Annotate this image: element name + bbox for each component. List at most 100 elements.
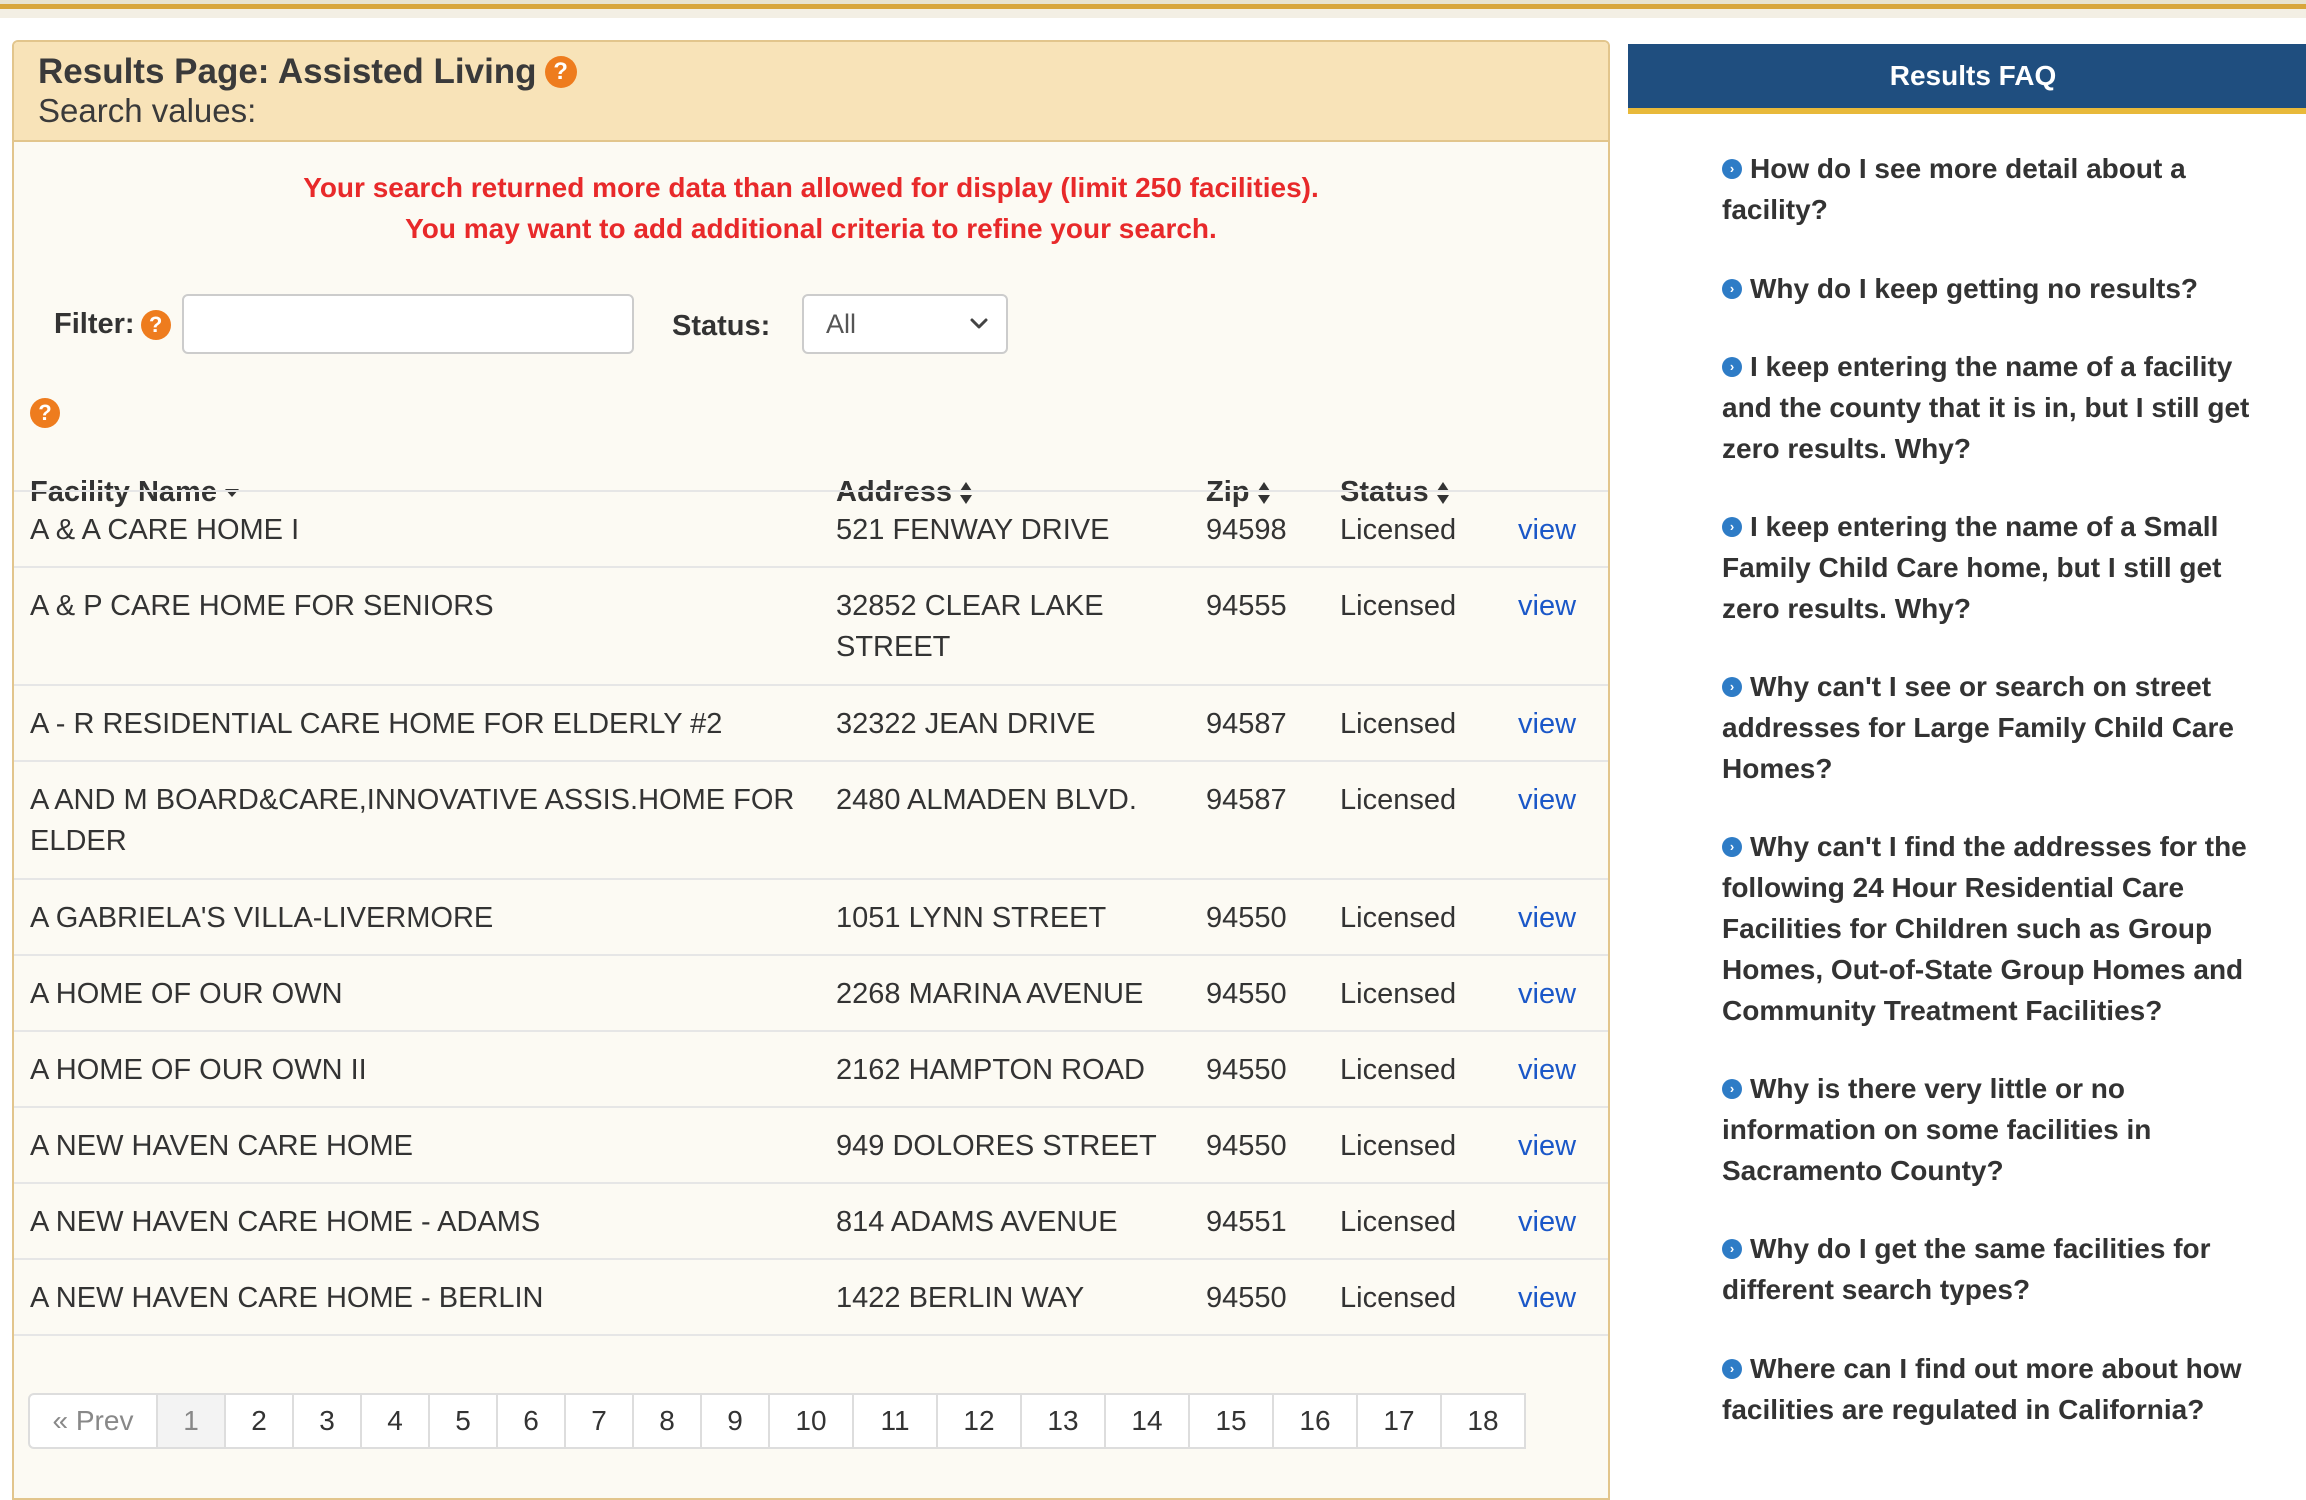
page-button[interactable]: 6: [496, 1393, 566, 1449]
faq-link[interactable]: › Where can I find out more about how fac…: [1722, 1348, 2272, 1430]
page-button[interactable]: 18: [1440, 1393, 1526, 1449]
chevron-right-icon: ›: [1722, 1358, 1742, 1379]
chevron-right-icon: ›: [1722, 516, 1742, 537]
chevron-down-icon: [970, 318, 988, 329]
limit-warning: Your search returned more data than allo…: [303, 172, 1319, 203]
page-button[interactable]: 14: [1104, 1393, 1190, 1449]
zip-cell: 94550: [1206, 1282, 1287, 1314]
page-button[interactable]: 16: [1272, 1393, 1358, 1449]
faq-link[interactable]: › Why is there very little or no informat…: [1722, 1068, 2272, 1191]
help-icon[interactable]: ?: [544, 56, 577, 88]
column-header-status[interactable]: Status: [1340, 476, 1451, 509]
status-cell: Licensed: [1340, 1130, 1457, 1162]
view-link[interactable]: view: [1518, 586, 1576, 627]
page-button[interactable]: 17: [1356, 1393, 1442, 1449]
page-button[interactable]: 10: [768, 1393, 854, 1449]
view-link[interactable]: view: [1518, 974, 1576, 1015]
address-cell: 1051 LYNN STREET: [836, 902, 1107, 934]
view-link[interactable]: view: [1518, 1126, 1576, 1167]
faq-header: Results FAQ: [1628, 44, 2306, 114]
chevron-right-icon: ›: [1722, 158, 1742, 179]
sort-icon: [1436, 481, 1449, 504]
faq-link[interactable]: › I keep entering the name of a facility …: [1722, 346, 2272, 469]
row-divider: [14, 490, 1608, 492]
address-cell: 32852 CLEAR LAKE STREET: [836, 590, 1104, 663]
status-cell: Licensed: [1340, 708, 1457, 740]
facility-name-cell: A NEW HAVEN CARE HOME - BERLIN: [30, 1282, 544, 1314]
address-cell: 521 FENWAY DRIVE: [836, 514, 1110, 546]
prev-page-button[interactable]: « Prev: [28, 1393, 158, 1449]
zip-cell: 94551: [1206, 1206, 1287, 1238]
view-link[interactable]: view: [1518, 704, 1576, 745]
row-divider: [14, 1258, 1608, 1260]
page-button[interactable]: 13: [1020, 1393, 1106, 1449]
status-label: Status:: [672, 310, 771, 342]
page-title: Results Page: Assisted Living: [38, 52, 537, 91]
status-select[interactable]: All: [802, 294, 1008, 354]
view-link[interactable]: view: [1518, 1278, 1576, 1319]
sort-desc-icon: [224, 488, 239, 497]
status-cell: Licensed: [1340, 902, 1457, 934]
address-cell: 949 DOLORES STREET: [836, 1130, 1157, 1162]
page-button[interactable]: 3: [292, 1393, 362, 1449]
zip-cell: 94550: [1206, 978, 1287, 1010]
faq-link[interactable]: › I keep entering the name of a Small Fam…: [1722, 506, 2272, 629]
facility-name-cell: A HOME OF OUR OWN: [30, 978, 343, 1010]
view-link[interactable]: view: [1518, 1202, 1576, 1243]
row-divider: [14, 1030, 1608, 1032]
results-header: Results Page: Assisted Living ? Search v…: [14, 42, 1608, 142]
page-button[interactable]: 2: [224, 1393, 294, 1449]
status-cell: Licensed: [1340, 1054, 1457, 1086]
column-header-address[interactable]: Address: [836, 476, 974, 509]
status-cell: Licensed: [1340, 1282, 1457, 1314]
pagination: « Prev 1 2 3 4 5 6 7 8 9 10 11 12 13 14 …: [28, 1393, 1526, 1449]
page-button[interactable]: 15: [1188, 1393, 1274, 1449]
row-divider: [14, 566, 1608, 568]
column-header-zip[interactable]: Zip: [1206, 476, 1272, 509]
column-header-facility-name[interactable]: Facility Name: [30, 476, 241, 509]
view-link[interactable]: view: [1518, 780, 1576, 821]
faq-link[interactable]: › Why do I get the same facilities for di…: [1722, 1228, 2272, 1310]
status-select-value: All: [826, 308, 857, 339]
page-button[interactable]: 4: [360, 1393, 430, 1449]
results-panel: Results Page: Assisted Living ? Search v…: [12, 40, 1610, 1500]
status-cell: Licensed: [1340, 590, 1457, 622]
facility-name-cell: A NEW HAVEN CARE HOME - ADAMS: [30, 1206, 541, 1238]
faq-link[interactable]: › Why do I keep getting no results?: [1722, 268, 2272, 309]
page-button[interactable]: 5: [428, 1393, 498, 1449]
top-stripe: [0, 0, 2306, 18]
filter-label: Filter:: [54, 308, 135, 340]
chevron-right-icon: ›: [1722, 1078, 1742, 1099]
zip-cell: 94550: [1206, 1130, 1287, 1162]
page-button[interactable]: 11: [852, 1393, 938, 1449]
facility-name-cell: A AND M BOARD&CARE,INNOVATIVE ASSIS.HOME…: [30, 784, 795, 857]
status-cell: Licensed: [1340, 784, 1457, 816]
address-cell: 2268 MARINA AVENUE: [836, 978, 1144, 1010]
page-button-current[interactable]: 1: [156, 1393, 226, 1449]
zip-cell: 94587: [1206, 784, 1287, 816]
search-values-label: Search values:: [38, 92, 257, 129]
chevron-right-icon: ›: [1722, 836, 1742, 857]
page-button[interactable]: 12: [936, 1393, 1022, 1449]
filter-help-icon[interactable]: ?: [140, 309, 171, 340]
status-cell: Licensed: [1340, 978, 1457, 1010]
faq-link[interactable]: › Why can't I see or search on street add…: [1722, 666, 2272, 789]
faq-link[interactable]: › How do I see more detail about a facili…: [1722, 148, 2272, 230]
chevron-right-icon: ›: [1722, 356, 1742, 377]
chevron-right-icon: ›: [1722, 1238, 1742, 1259]
page-button[interactable]: 7: [564, 1393, 634, 1449]
zip-cell: 94550: [1206, 1054, 1287, 1086]
status-cell: Licensed: [1340, 1206, 1457, 1238]
view-link[interactable]: view: [1518, 1050, 1576, 1091]
zip-cell: 94555: [1206, 590, 1287, 622]
row-divider: [14, 954, 1608, 956]
page-button[interactable]: 8: [632, 1393, 702, 1449]
page-button[interactable]: 9: [700, 1393, 770, 1449]
facility-name-cell: A & P CARE HOME FOR SENIORS: [30, 590, 494, 622]
view-link[interactable]: view: [1518, 898, 1576, 939]
table-help-icon[interactable]: ?: [30, 398, 60, 428]
faq-link[interactable]: › Why can't I find the addresses for the …: [1722, 826, 2272, 1031]
filter-input[interactable]: [182, 294, 634, 354]
view-link[interactable]: view: [1518, 510, 1576, 551]
address-cell: 2162 HAMPTON ROAD: [836, 1054, 1145, 1086]
